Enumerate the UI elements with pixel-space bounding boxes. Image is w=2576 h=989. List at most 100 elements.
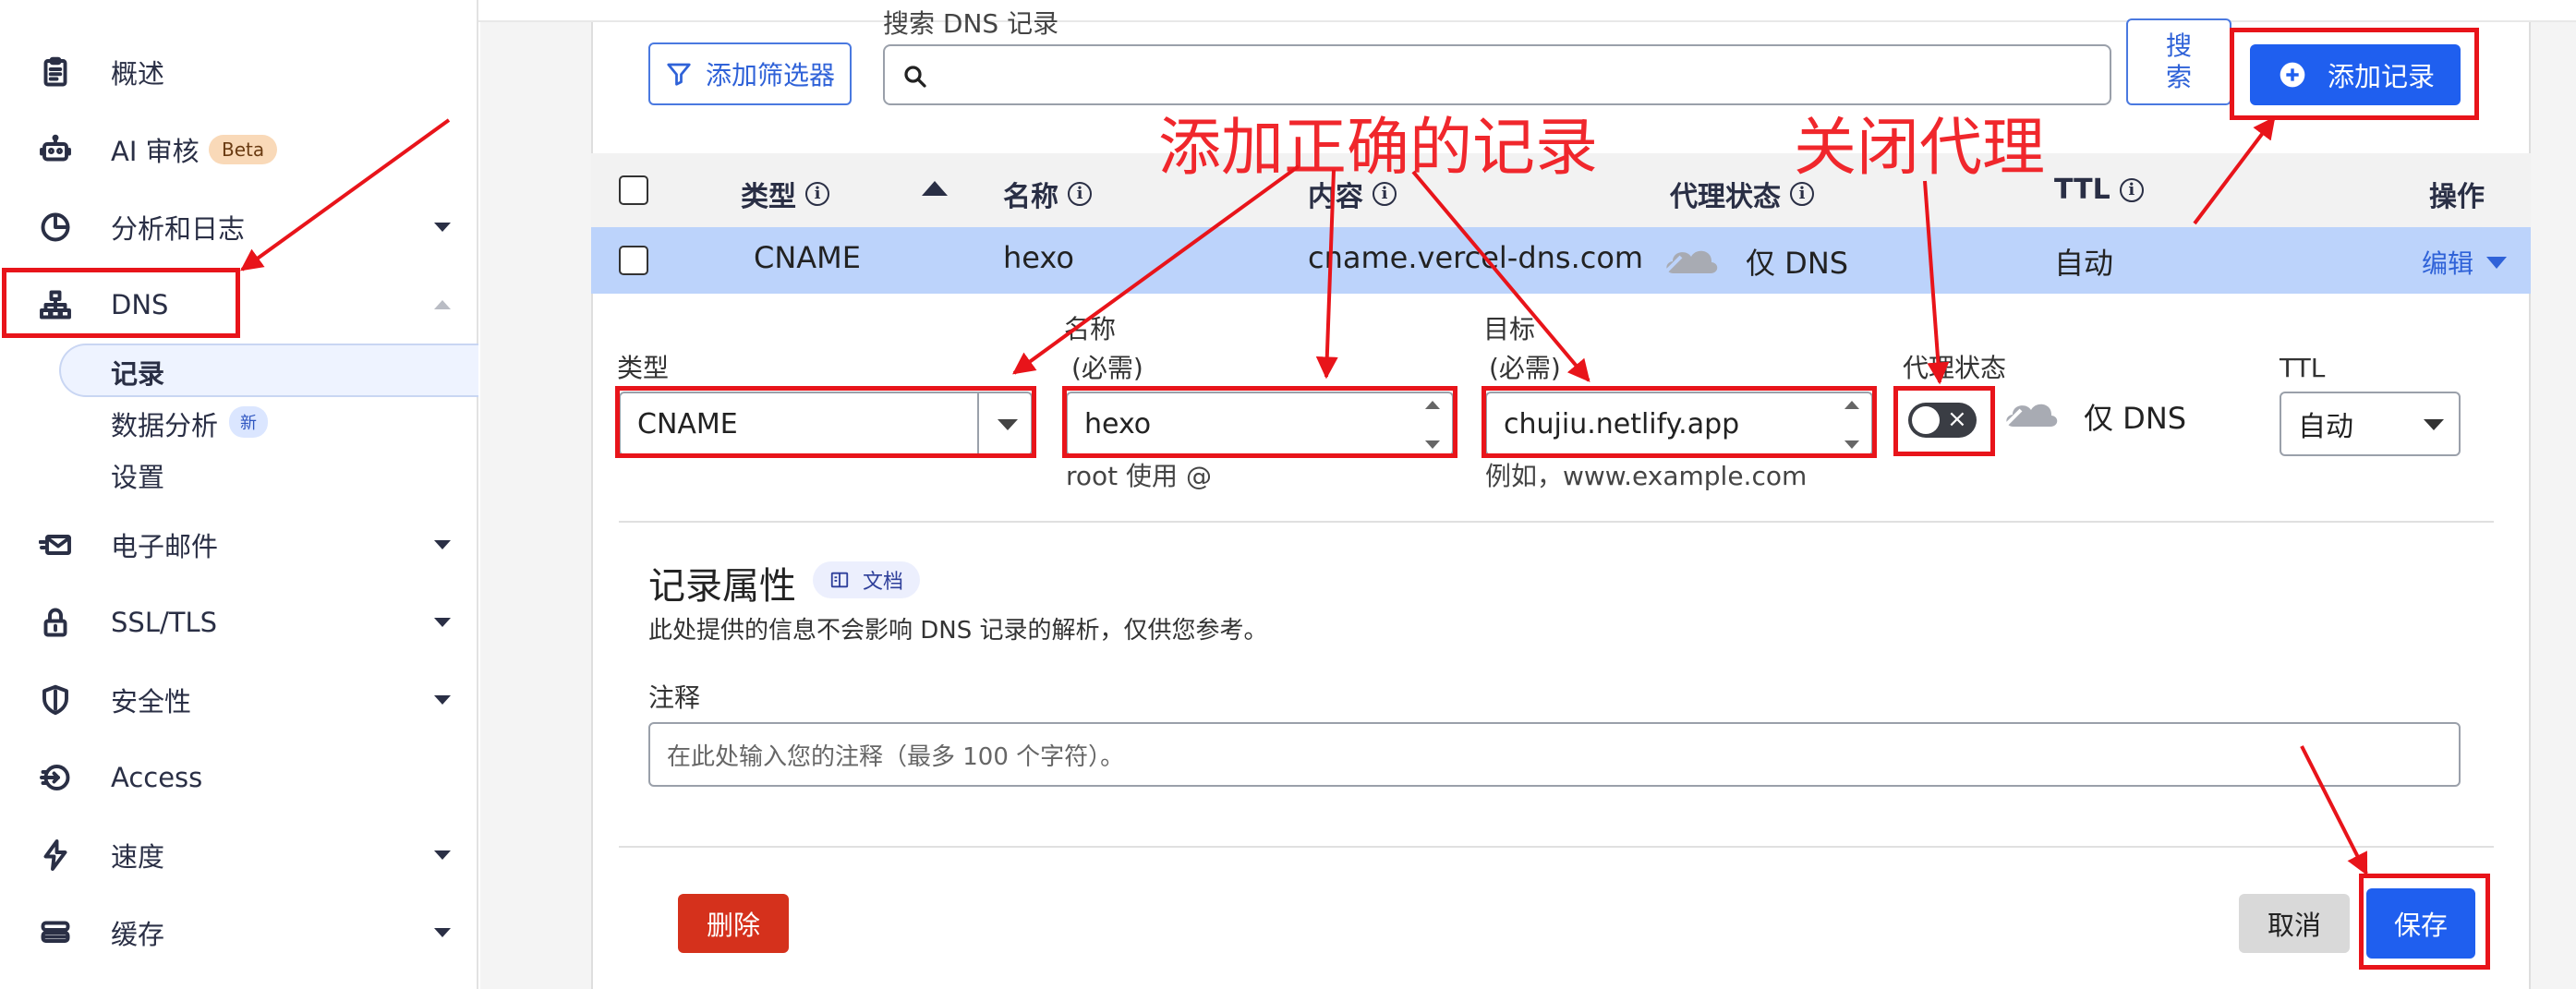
delete-label: 删除 [706, 910, 760, 941]
target-label: 目标 [1483, 314, 1536, 344]
record-attributes-description: 此处提供的信息不会影响 DNS 记录的解析，仅供您参考。 [648, 617, 1268, 645]
access-icon [37, 759, 74, 796]
sidebar-item-cache[interactable]: 缓存 [0, 905, 478, 960]
row-name: hexo [1003, 240, 1074, 275]
ttl-select[interactable]: 自动 [2280, 392, 2461, 456]
sidebar-item-access[interactable]: Access [0, 750, 478, 805]
search-button[interactable]: 搜索 [2126, 18, 2231, 105]
delete-button[interactable]: 删除 [678, 894, 789, 953]
sidebar-item-label: 分析和日志 [111, 213, 246, 245]
sidebar-item-label: 电子邮件 [111, 531, 219, 562]
filter-icon [665, 60, 693, 88]
beta-badge: Beta [209, 135, 278, 164]
info-icon: i [2119, 177, 2144, 202]
sidebar-item-label: 缓存 [111, 919, 165, 950]
record-attributes-title: 记录属性 [648, 565, 796, 608]
row-proxy-status: 仅 DNS [1746, 246, 1849, 281]
sidebar-item-label: Access [111, 762, 203, 793]
stepper-icon [1422, 401, 1443, 449]
save-label: 保存 [2393, 910, 2448, 941]
info-icon: i [1068, 182, 1092, 206]
comment-input[interactable]: 在此处输入您的注释（最多 100 个字符）。 [648, 722, 2461, 787]
close-icon: × [1947, 405, 1967, 433]
row-checkbox[interactable] [619, 246, 648, 275]
caret-down-icon[interactable] [2486, 257, 2507, 269]
select-all-checkbox[interactable] [619, 175, 648, 205]
save-button[interactable]: 保存 [2366, 888, 2475, 959]
sidebar-item-analytics[interactable]: 分析和日志 [0, 199, 478, 255]
sidebar-item-ssl[interactable]: SSL/TLS [0, 595, 478, 650]
column-header-ttl[interactable]: TTL i [2054, 174, 2144, 206]
chevron-down-icon [434, 618, 451, 627]
table-row[interactable]: CNAME hexo cname.vercel-dns.com 仅 DNS 自动… [591, 227, 2531, 294]
sidebar-item-label: AI 审核 [111, 136, 200, 167]
ttl-label: TTL [2280, 353, 2326, 383]
select-divider [977, 393, 979, 454]
sidebar-subitem-analytics[interactable]: 数据分析 [111, 404, 218, 443]
sitemap-icon [37, 286, 74, 323]
chevron-down-icon [434, 695, 451, 705]
sidebar-item-label: 概述 [111, 58, 165, 90]
name-hint: root 使用 @ [1066, 461, 1212, 491]
robot-icon [37, 131, 74, 168]
type-label: 类型 [617, 353, 670, 383]
column-header-name[interactable]: 名称 i [1003, 174, 1092, 214]
chevron-down-icon [434, 928, 451, 937]
content-gutter [480, 22, 591, 989]
content-gutter [2531, 22, 2576, 989]
type-select[interactable]: CNAME [619, 392, 1033, 456]
info-icon: i [1790, 182, 1814, 206]
cancel-label: 取消 [2267, 910, 2321, 941]
sidebar-item-email[interactable]: 电子邮件 [0, 517, 478, 573]
stepper-icon [1842, 401, 1862, 449]
divider [619, 521, 2494, 523]
search-input[interactable] [883, 44, 2111, 105]
sidebar-subitem-settings[interactable]: 设置 [111, 456, 164, 495]
sidebar-subitem-records[interactable]: 记录 [111, 353, 164, 392]
plus-circle-icon [2278, 60, 2307, 90]
search-button-label: 搜索 [2165, 30, 2192, 92]
sidebar-item-ai-review[interactable]: AI 审核 Beta [0, 122, 478, 177]
cloud-off-icon [1661, 238, 1722, 279]
proxy-status-label: 代理状态 [1903, 353, 2007, 383]
sidebar: 概述 AI 审核 Beta 分析和日志 DNS 记录 数据分析 新 设置 电子邮… [0, 0, 478, 989]
new-badge: 新 [229, 406, 268, 438]
info-icon: i [805, 182, 829, 206]
target-field-value: chujiu.netlify.app [1504, 407, 1740, 440]
column-header-content[interactable]: 内容 i [1308, 174, 1397, 214]
docs-label: 文档 [863, 571, 904, 594]
proxy-status-value: 仅 DNS [2084, 401, 2187, 436]
sidebar-item-security[interactable]: 安全性 [0, 672, 478, 728]
target-hint: 例如，www.example.com [1485, 461, 1808, 491]
lightning-icon [37, 837, 74, 874]
column-header-proxy[interactable]: 代理状态 i [1670, 174, 1814, 214]
sort-asc-icon[interactable] [922, 181, 948, 196]
chevron-down-icon [998, 419, 1018, 430]
proxy-toggle[interactable]: × [1908, 403, 1977, 438]
row-type: CNAME [754, 240, 861, 275]
email-icon [37, 526, 74, 563]
sidebar-item-dns[interactable]: DNS [0, 277, 478, 332]
comment-placeholder: 在此处输入您的注释（最多 100 个字符）。 [667, 742, 1125, 771]
sidebar-item-label: 速度 [111, 841, 165, 873]
book-icon [829, 570, 850, 590]
row-content: cname.vercel-dns.com [1308, 240, 1644, 275]
docs-link[interactable]: 文档 [813, 561, 921, 598]
sidebar-item-speed[interactable]: 速度 [0, 827, 478, 883]
shield-icon [37, 681, 74, 718]
sidebar-item-overview[interactable]: 概述 [0, 44, 478, 100]
comment-label: 注释 [648, 682, 701, 713]
target-required-label: (必需) [1489, 353, 1561, 383]
cancel-button[interactable]: 取消 [2239, 894, 2350, 953]
add-record-button[interactable]: 添加记录 [2250, 44, 2461, 105]
add-filter-button[interactable]: 添加筛选器 [648, 42, 852, 105]
chevron-down-icon [434, 223, 451, 232]
target-field[interactable]: chujiu.netlify.app [1485, 392, 1873, 456]
edit-link[interactable]: 编辑 [2422, 244, 2473, 281]
column-header-type[interactable]: 类型 i [741, 174, 829, 214]
pie-chart-icon [37, 209, 74, 246]
name-required-label: (必需) [1071, 353, 1143, 383]
chevron-up-icon [434, 300, 451, 309]
column-header-actions: 操作 [2429, 181, 2485, 213]
name-field[interactable]: hexo [1066, 392, 1454, 456]
